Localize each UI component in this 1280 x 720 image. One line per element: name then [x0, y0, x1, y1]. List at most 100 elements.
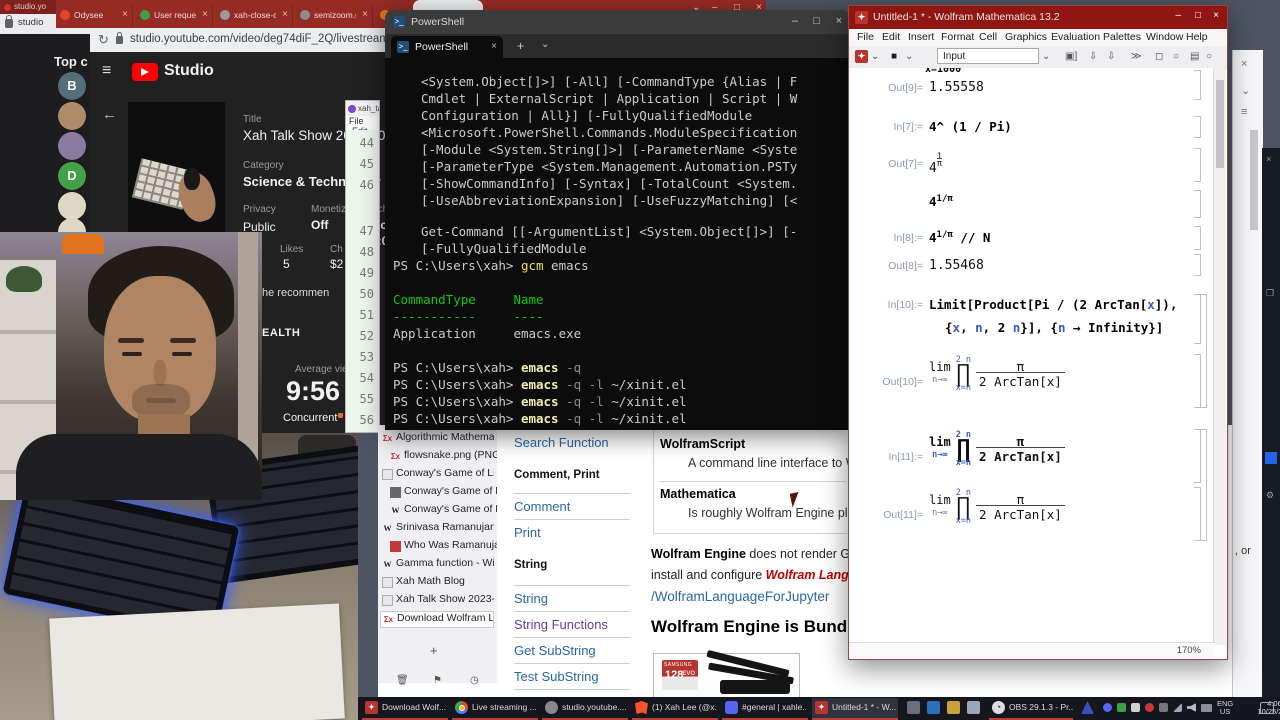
- cell-style-dropdown[interactable]: Input: [937, 48, 1039, 64]
- tray-icon[interactable]: [1117, 703, 1126, 712]
- tab-odysee[interactable]: Odysee ×: [54, 3, 133, 28]
- powershell-tab[interactable]: >_ PowerShell ×: [391, 36, 503, 58]
- trash-icon[interactable]: 🗑: [396, 675, 409, 686]
- restore-icon[interactable]: ❐: [1266, 288, 1274, 299]
- cell-bracket[interactable]: [1194, 226, 1201, 250]
- chat-icon[interactable]: ◻: [1155, 49, 1163, 64]
- bookmark-item[interactable]: Who Was Ramanujan?—: [380, 539, 502, 556]
- bookmark-item-selected[interactable]: ΣxDownload Wolfram Langu: [380, 611, 494, 628]
- tab-close-icon[interactable]: ×: [362, 9, 368, 20]
- tray-discord-icon[interactable]: [1103, 703, 1112, 712]
- more-tools-icon[interactable]: ≫: [1131, 49, 1141, 64]
- tray-icon[interactable]: [1081, 701, 1094, 714]
- mathematica-title-bar[interactable]: ✦ Untitled-1 * - Wolfram Mathematica 13.…: [849, 6, 1227, 29]
- close-button[interactable]: ×: [1213, 10, 1219, 21]
- tray-mic-icon[interactable]: [1159, 703, 1168, 712]
- cloud-icon[interactable]: ○: [1173, 49, 1179, 64]
- panel-menu-icon[interactable]: ≡: [1241, 106, 1247, 118]
- tab-close-icon[interactable]: ×: [282, 9, 288, 20]
- nav-link-get-substring[interactable]: Get SubString: [514, 643, 632, 658]
- avatar[interactable]: B: [58, 72, 86, 100]
- nav-link-string[interactable]: String: [514, 591, 632, 606]
- dropdown-icon[interactable]: ⌄: [871, 49, 879, 64]
- cell-group-bracket[interactable]: [1200, 429, 1207, 541]
- taskbar-button-live-streaming[interactable]: Live streaming ...: [452, 698, 538, 720]
- bookmark-item[interactable]: WConway's Game of Life -: [380, 503, 502, 520]
- documentation-icon[interactable]: ▤: [1190, 49, 1199, 64]
- bookmark-item[interactable]: Conway's Game of Life -: [380, 485, 502, 502]
- app-icon[interactable]: [967, 701, 980, 714]
- menu-evaluation[interactable]: Evaluation: [1051, 31, 1100, 43]
- panel-close-icon[interactable]: ×: [1266, 154, 1271, 164]
- scrollbar-thumb[interactable]: [1216, 80, 1224, 168]
- taskbar-button-mathematica[interactable]: ✦ Untitled-1 * - W...: [812, 698, 898, 720]
- notification-icon[interactable]: [1260, 702, 1274, 714]
- cell-group-bracket[interactable]: [1200, 294, 1207, 408]
- menu-palettes[interactable]: Palettes: [1103, 31, 1141, 43]
- language-indicator[interactable]: ENGUS: [1217, 700, 1233, 716]
- tab-close-icon[interactable]: ×: [122, 9, 128, 20]
- insert-output-icon[interactable]: ⇩: [1107, 49, 1115, 64]
- taskbar-button-brave[interactable]: (1) Xah Lee (@x...: [632, 698, 718, 720]
- tray-keyboard-icon[interactable]: [1201, 704, 1212, 712]
- reload-icon[interactable]: ↻: [98, 32, 109, 48]
- tray-network-icon[interactable]: [1173, 703, 1182, 712]
- emacs-buffer[interactable]: 44 45 46 47 48 49 50 51 52 53 54 55 56: [346, 130, 379, 432]
- tab-close-icon[interactable]: ×: [202, 9, 208, 20]
- add-bookmark-button[interactable]: +: [430, 643, 438, 658]
- accent-tile[interactable]: [1265, 452, 1277, 464]
- bookmark-item[interactable]: Conway's Game of Life: [380, 467, 494, 484]
- minimize-button[interactable]: –: [1175, 10, 1181, 21]
- tab-dropdown-icon[interactable]: ⌄: [541, 39, 549, 50]
- jupyter-link[interactable]: /WolframLanguageForJupyter: [651, 589, 829, 604]
- nav-link-print[interactable]: Print: [514, 525, 632, 540]
- zoom-level[interactable]: 170%: [1177, 645, 1201, 656]
- cell-bracket[interactable]: [1194, 70, 1201, 100]
- menu-help[interactable]: Help: [1186, 31, 1208, 43]
- cell-group-icon[interactable]: ▣]: [1065, 49, 1077, 64]
- chat-window-tab[interactable]: studio.yo: [0, 0, 56, 14]
- taskbar-button-obs[interactable]: ◔ OBS 29.1.3 - Pr...: [989, 698, 1073, 720]
- hamburger-menu-icon[interactable]: ≡: [102, 62, 111, 80]
- bookmark-item[interactable]: WSrinivasa Ramanujan - Wi: [380, 521, 494, 538]
- new-tab-icon[interactable]: +: [517, 39, 524, 53]
- nav-link-comment[interactable]: Comment: [514, 499, 632, 514]
- panel-close-icon[interactable]: ×: [1241, 58, 1247, 70]
- folder-icon[interactable]: [947, 701, 960, 714]
- nav-link-search-function[interactable]: Search Function: [514, 435, 632, 450]
- emacs-window[interactable]: xah_ta File Edit 44 45 46 47 48 49 50 51…: [345, 100, 380, 433]
- avatar[interactable]: D: [58, 162, 86, 190]
- taskbar-button-download-wolfram[interactable]: ✦ Download Wolf...: [362, 698, 448, 720]
- close-button[interactable]: ×: [836, 15, 842, 27]
- insert-input-icon[interactable]: ⇩: [1089, 49, 1097, 64]
- menu-file[interactable]: File: [857, 31, 874, 43]
- avatar[interactable]: [58, 132, 86, 160]
- active-tab-top[interactable]: [413, 0, 483, 10]
- history-icon[interactable]: ◷: [470, 675, 479, 686]
- fill-swatch-icon[interactable]: ■: [891, 49, 897, 64]
- cell-bracket[interactable]: [1194, 116, 1201, 138]
- menu-graphics[interactable]: Graphics: [1005, 31, 1047, 43]
- tray-icon[interactable]: [1145, 703, 1154, 712]
- maximize-button[interactable]: □: [1195, 10, 1201, 21]
- studio-back-icon[interactable]: ←: [102, 106, 117, 123]
- tray-icon[interactable]: [1131, 703, 1140, 712]
- maximize-button[interactable]: □: [813, 15, 820, 27]
- app-icon[interactable]: [907, 701, 920, 714]
- search-icon[interactable]: ○: [1206, 49, 1212, 64]
- taskbar-button-discord[interactable]: #general | xahle...: [722, 698, 808, 720]
- bookmark-item[interactable]: Σxflowsnake.png (PNG Ima: [380, 449, 502, 466]
- app-icon[interactable]: [927, 701, 940, 714]
- bookmark-item[interactable]: Xah Talk Show 2023-10-2: [380, 593, 494, 610]
- cell-bracket[interactable]: [1194, 148, 1201, 182]
- notebook-scrollbar[interactable]: [1213, 68, 1226, 645]
- menu-format[interactable]: Format: [941, 31, 974, 43]
- nav-link-test-substring[interactable]: Test SubString: [514, 669, 632, 684]
- powershell-title-bar[interactable]: >_ PowerShell – □ ×: [385, 10, 850, 34]
- chat-address[interactable]: studio: [18, 17, 43, 28]
- cell-bracket[interactable]: [1194, 254, 1201, 276]
- dropdown-icon[interactable]: ⌄: [905, 49, 913, 64]
- dropdown-icon[interactable]: ⌄: [1042, 49, 1050, 64]
- tab-xah-close[interactable]: xah-close-cur ×: [214, 3, 293, 28]
- bookmark-item[interactable]: ΣxAlgorithmic Mathematical /: [380, 431, 494, 448]
